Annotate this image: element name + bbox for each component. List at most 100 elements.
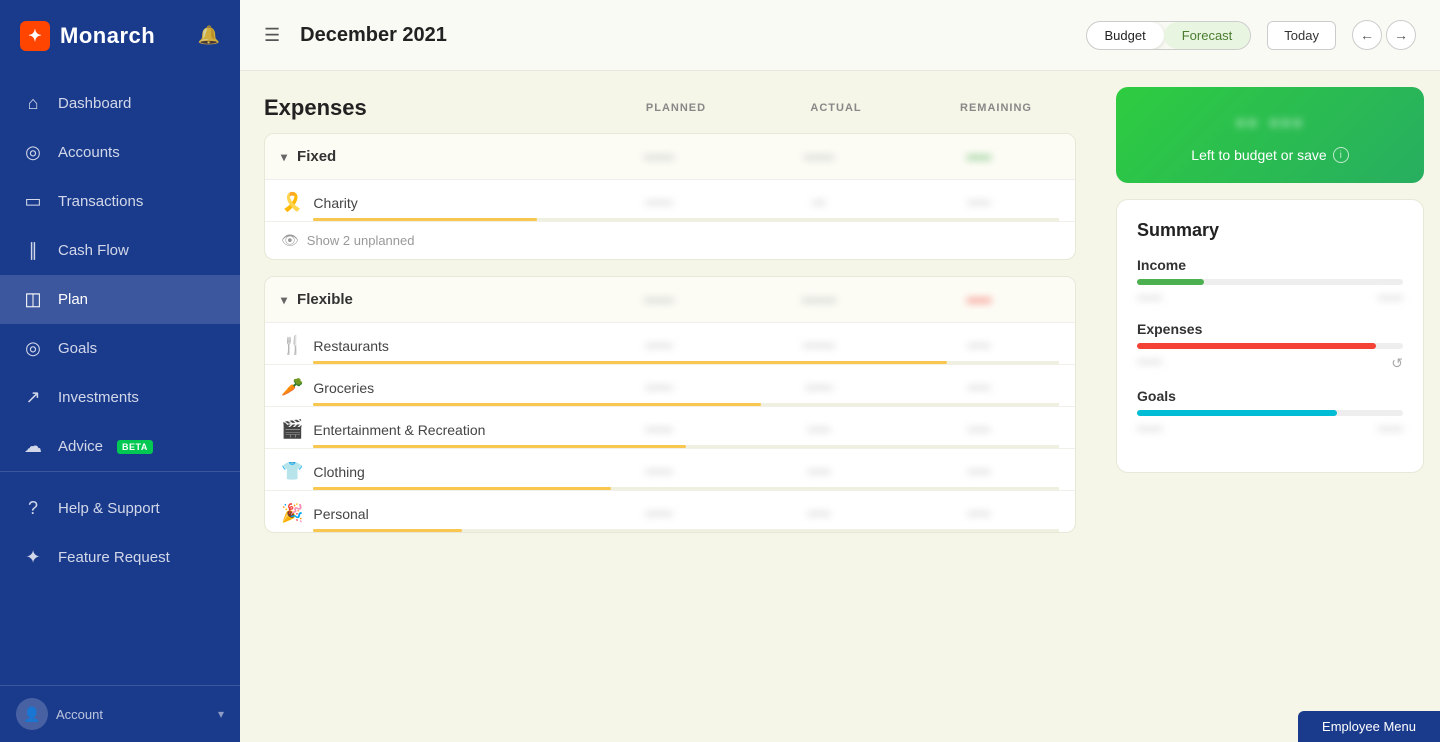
- fixed-group-header[interactable]: ▾ Fixed •••••• •••••• •••••: [265, 134, 1075, 180]
- sidebar-item-plan[interactable]: ◫ Plan: [0, 275, 240, 324]
- cashflow-icon: ∥: [22, 240, 44, 261]
- income-value-right: ••••••: [1378, 291, 1403, 305]
- expenses-bar-track: [1137, 343, 1403, 349]
- personal-remaining: •••••: [899, 506, 1059, 521]
- entertainment-planned: ••••••: [579, 422, 739, 437]
- sidebar-item-feature-request[interactable]: ✦ Feature Request: [0, 533, 240, 582]
- sidebar-item-accounts[interactable]: ◎ Accounts: [0, 128, 240, 177]
- sidebar-item-label: Transactions: [58, 193, 143, 210]
- prev-period-button[interactable]: ←: [1352, 20, 1382, 50]
- flexible-group-header[interactable]: ▾ Flexible •••••• ••••••• •••••: [265, 277, 1075, 323]
- fixed-planned-value: ••••••: [579, 149, 739, 165]
- clothing-category-name: 👕 Clothing: [281, 461, 579, 482]
- charity-progress-track: [313, 218, 1059, 221]
- sidebar-item-goals[interactable]: ◎ Goals: [0, 324, 240, 373]
- expenses-area: Expenses PLANNED ACTUAL REMAINING ▾ Fixe…: [240, 71, 1100, 742]
- sidebar-item-label: Goals: [58, 340, 97, 357]
- budget-toggle-button[interactable]: Budget: [1087, 22, 1164, 49]
- fixed-actual-value: ••••••: [739, 149, 899, 165]
- personal-category-name: 🎉 Personal: [281, 503, 579, 524]
- chevron-down-icon: ▾: [281, 293, 287, 307]
- flexible-remaining-value: •••••: [899, 292, 1059, 308]
- budget-forecast-toggle: Budget Forecast: [1086, 21, 1252, 50]
- summary-title: Summary: [1137, 220, 1403, 241]
- expenses-bar-fill: [1137, 343, 1376, 349]
- income-bar-track: [1137, 279, 1403, 285]
- plan-icon: ◫: [22, 289, 44, 310]
- sidebar-item-help[interactable]: ? Help & Support: [0, 484, 240, 533]
- user-menu-button[interactable]: 👤 Account ▾: [0, 685, 240, 742]
- user-chevron-icon: ▾: [218, 707, 224, 721]
- entertainment-progress-fill: [313, 445, 686, 448]
- sidebar-item-dashboard[interactable]: ⌂ Dashboard: [0, 79, 240, 128]
- personal-progress-track: [313, 529, 1059, 532]
- personal-row: 🎉 Personal •••••• ••••• •••••: [265, 491, 1075, 532]
- entertainment-category-name: 🎬 Entertainment & Recreation: [281, 419, 579, 440]
- fixed-group: ▾ Fixed •••••• •••••• ••••• 🎗️ Charity •…: [264, 133, 1076, 260]
- personal-actual: •••••: [739, 506, 899, 521]
- restaurants-actual: •••••••: [739, 338, 899, 353]
- entertainment-remaining: •••••: [899, 422, 1059, 437]
- restaurants-planned: ••••••: [579, 338, 739, 353]
- user-avatar: 👤: [16, 698, 48, 730]
- show-unplanned-button[interactable]: 👁 Show 2 unplanned: [265, 222, 1075, 259]
- groceries-progress-fill: [313, 403, 761, 406]
- info-icon[interactable]: i: [1333, 147, 1349, 163]
- home-icon: ⌂: [22, 93, 44, 114]
- groceries-category-name: 🥕 Groceries: [281, 377, 579, 398]
- restaurants-category-name: 🍴 Restaurants: [281, 335, 579, 356]
- employee-menu-button[interactable]: Employee Menu: [1298, 711, 1440, 742]
- expenses-value-left: ••••••: [1137, 355, 1162, 372]
- sidebar-item-advice[interactable]: ☁ Advice BETA: [0, 422, 240, 471]
- right-panel: •• ••• Left to budget or save i Summary …: [1100, 71, 1440, 742]
- income-value-left: ••••••: [1137, 291, 1162, 305]
- menu-toggle-icon[interactable]: ☰: [264, 25, 280, 46]
- goals-value-left: ••••••: [1137, 422, 1162, 436]
- main-content: ☰ December 2021 Budget Forecast Today ← …: [240, 0, 1440, 742]
- charity-remaining: •••••: [899, 195, 1059, 210]
- groceries-remaining: •••••: [899, 380, 1059, 395]
- entertainment-row: 🎬 Entertainment & Recreation •••••• ••••…: [265, 407, 1075, 449]
- clothing-row: 👕 Clothing •••••• ••••• •••••: [265, 449, 1075, 491]
- goals-summary-label: Goals: [1137, 388, 1403, 404]
- groceries-actual: ••••••: [739, 380, 899, 395]
- groceries-planned: ••••••: [579, 380, 739, 395]
- sidebar-item-cashflow[interactable]: ∥ Cash Flow: [0, 226, 240, 275]
- flexible-group-name: ▾ Flexible: [281, 291, 579, 308]
- restaurants-icon: 🍴: [281, 335, 303, 356]
- income-values: •••••• ••••••: [1137, 291, 1403, 305]
- charity-progress-fill: [313, 218, 537, 221]
- budget-amount: •• •••: [1136, 107, 1404, 139]
- sidebar-item-investments[interactable]: ↗ Investments: [0, 373, 240, 422]
- charity-icon: 🎗️: [281, 192, 303, 213]
- page-title: December 2021: [300, 24, 1069, 47]
- goals-bar-track: [1137, 410, 1403, 416]
- sidebar-item-label: Help & Support: [58, 500, 160, 517]
- actual-column-header: ACTUAL: [756, 102, 916, 114]
- today-button[interactable]: Today: [1267, 21, 1336, 50]
- eye-icon: 👁: [281, 232, 299, 249]
- notification-bell-icon[interactable]: 🔔: [198, 25, 220, 46]
- sidebar-logo: ✦ Monarch 🔔: [0, 0, 240, 71]
- clothing-remaining: •••••: [899, 464, 1059, 479]
- summary-card: Summary Income •••••• •••••• Expenses: [1116, 199, 1424, 473]
- goals-values: •••••• ••••••: [1137, 422, 1403, 436]
- restaurants-remaining: •••••: [899, 338, 1059, 353]
- clothing-progress-fill: [313, 487, 611, 490]
- budget-card: •• ••• Left to budget or save i: [1116, 87, 1424, 183]
- summary-income-item: Income •••••• ••••••: [1137, 257, 1403, 305]
- content-area: Expenses PLANNED ACTUAL REMAINING ▾ Fixe…: [240, 71, 1440, 742]
- sidebar-item-transactions[interactable]: ▭ Transactions: [0, 177, 240, 226]
- advice-icon: ☁: [22, 436, 44, 457]
- groceries-icon: 🥕: [281, 377, 303, 398]
- forecast-toggle-button[interactable]: Forecast: [1164, 22, 1251, 49]
- sidebar-bottom: ? Help & Support ✦ Feature Request: [0, 471, 240, 590]
- refresh-icon[interactable]: ↺: [1391, 355, 1403, 372]
- remaining-column-header: REMAINING: [916, 102, 1076, 114]
- next-period-button[interactable]: →: [1386, 20, 1416, 50]
- personal-planned: ••••••: [579, 506, 739, 521]
- sidebar-item-label: Cash Flow: [58, 242, 129, 259]
- sidebar-item-label: Investments: [58, 389, 139, 406]
- sidebar-nav: ⌂ Dashboard ◎ Accounts ▭ Transactions ∥ …: [0, 71, 240, 685]
- sidebar-item-label: Advice: [58, 438, 103, 455]
